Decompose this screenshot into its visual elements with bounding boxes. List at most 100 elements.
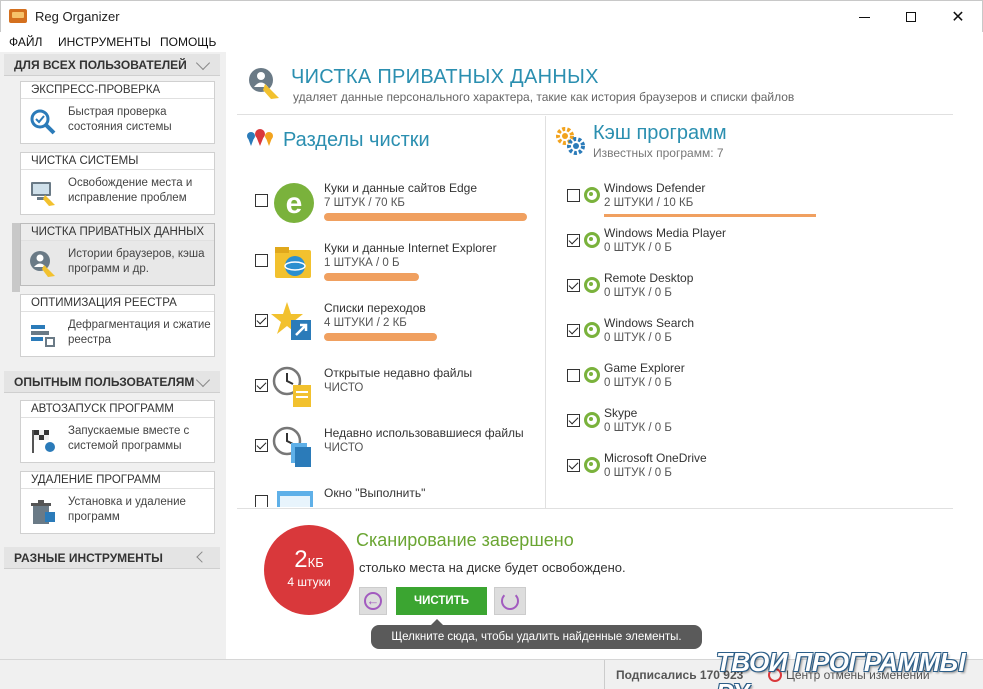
magnifier-check-icon — [30, 109, 56, 135]
location-pins-icon — [247, 129, 273, 146]
cache-item-game-explorer[interactable]: Game Explorer 0 ШТУК / 0 Б — [565, 361, 825, 405]
sidebar-item-title: ЭКСПРЕСС-ПРОВЕРКА — [21, 82, 214, 99]
result-circle: 2КБ 4 штуки — [264, 525, 354, 615]
size-bar — [324, 333, 437, 341]
computer-broom-icon — [31, 182, 55, 206]
rescan-button[interactable] — [494, 587, 526, 615]
cache-item-title: Windows Defender — [604, 181, 706, 195]
run-window-icon — [277, 491, 313, 507]
minimize-button[interactable] — [841, 1, 887, 33]
menu-bar: ФАЙЛ ИНСТРУМЕНТЫ ПОМОЩЬ — [0, 32, 983, 52]
cache-item-value: 0 ШТУК / 0 Б — [604, 332, 672, 344]
checkbox[interactable] — [255, 194, 268, 207]
size-bar — [324, 273, 419, 281]
section-all-users[interactable]: ДЛЯ ВСЕХ ПОЛЬЗОВАТЕЛЕЙ — [4, 54, 220, 76]
clean-item-title: Недавно использовавшиеся файлы — [324, 426, 524, 440]
trash-bin-icon — [31, 500, 55, 524]
tooltip: Щелкните сюда, чтобы удалить найденные э… — [371, 619, 702, 649]
arrow-left-icon: ← — [364, 592, 382, 610]
active-indicator — [12, 223, 20, 292]
result-count: 4 штуки — [287, 575, 331, 589]
clean-item-ie[interactable]: Куки и данные Internet Explorer 1 ШТУКА … — [251, 240, 541, 298]
checkbox-checked[interactable] — [255, 379, 268, 392]
gear-icon — [584, 187, 600, 203]
page-subtitle: удаляет данные персонального характера, … — [293, 90, 795, 104]
sidebar: ДЛЯ ВСЕХ ПОЛЬЗОВАТЕЛЕЙ ЭКСПРЕСС-ПРОВЕРКА… — [0, 52, 226, 659]
sidebar-item-desc: Быстрая проверка состояния системы — [68, 106, 172, 133]
divider — [545, 116, 546, 508]
sidebar-item-desc: Истории браузеров, кэша программ и др. — [68, 248, 205, 275]
sidebar-item-desc: Освобождение места и исправление проблем — [68, 177, 193, 204]
sidebar-item-private-clean[interactable]: ЧИСТКА ПРИВАТНЫХ ДАННЫХ Истории браузеро… — [20, 223, 215, 286]
ie-folder-icon — [275, 247, 311, 278]
sidebar-item-express-check[interactable]: ЭКСПРЕСС-ПРОВЕРКА Быстрая проверка состо… — [20, 81, 215, 144]
cache-item-defender[interactable]: Windows Defender 2 ШТУКИ / 10 КБ — [565, 181, 825, 225]
scan-status-title: Сканирование завершено — [356, 530, 574, 550]
sidebar-item-desc: Установка и удаление программ — [68, 496, 186, 523]
cache-item-value: 0 ШТУК / 0 Б — [604, 422, 672, 434]
back-button[interactable]: ← — [359, 587, 387, 615]
clean-item-value: 4 ШТУКИ / 2 КБ — [324, 317, 407, 329]
window-title: Reg Organizer — [35, 9, 120, 24]
checkbox[interactable] — [567, 189, 580, 202]
svg-text:e: e — [286, 187, 303, 220]
cache-item-wmp[interactable]: Windows Media Player 0 ШТУК / 0 Б — [565, 226, 825, 270]
cache-item-title: Game Explorer — [604, 361, 685, 375]
sidebar-item-system-clean[interactable]: ЧИСТКА СИСТЕМЫ Освобождение места и испр… — [20, 152, 215, 215]
checkbox-checked[interactable] — [255, 314, 268, 327]
divider — [237, 508, 953, 509]
checkbox-checked[interactable] — [567, 279, 580, 292]
menu-tools[interactable]: ИНСТРУМЕНТЫ — [58, 35, 151, 49]
sidebar-item-title: УДАЛЕНИЕ ПРОГРАММ — [21, 472, 214, 489]
checkbox-checked[interactable] — [567, 414, 580, 427]
checkbox-checked[interactable] — [567, 324, 580, 337]
section-advanced-label: ОПЫТНЫМ ПОЛЬЗОВАТЕЛЯМ — [14, 375, 195, 389]
checkbox[interactable] — [255, 254, 268, 267]
checkbox-checked[interactable] — [567, 234, 580, 247]
gear-icon — [584, 457, 600, 473]
clean-item-value: ЧИСТО — [324, 442, 364, 454]
clean-item-jumplists[interactable]: Списки переходов 4 ШТУКИ / 2 КБ — [251, 300, 541, 358]
sections-title: Разделы чистки — [283, 129, 430, 151]
cache-item-search[interactable]: Windows Search 0 ШТУК / 0 Б — [565, 316, 825, 360]
cache-item-title: Windows Media Player — [604, 226, 727, 240]
section-misc-tools[interactable]: РАЗНЫЕ ИНСТРУМЕНТЫ — [4, 547, 220, 569]
star-shortcut-icon — [271, 302, 311, 340]
menu-file[interactable]: ФАЙЛ — [9, 35, 42, 49]
size-bar — [324, 213, 527, 221]
clean-item-recent-files[interactable]: Открытые недавно файлы ЧИСТО — [251, 365, 541, 423]
maximize-button[interactable] — [888, 1, 934, 33]
clean-button[interactable]: ЧИСТИТЬ — [396, 587, 487, 615]
clean-item-mru-files[interactable]: Недавно использовавшиеся файлы ЧИСТО — [251, 425, 541, 483]
clean-item-run-dialog[interactable]: Окно "Выполнить" — [251, 485, 541, 507]
checkbox-checked[interactable] — [567, 459, 580, 472]
checkbox-checked[interactable] — [255, 439, 268, 452]
section-misc-label: РАЗНЫЕ ИНСТРУМЕНТЫ — [14, 551, 163, 565]
cache-item-rdp[interactable]: Remote Desktop 0 ШТУК / 0 Б — [565, 271, 825, 315]
clean-item-title: Списки переходов — [324, 301, 426, 315]
sidebar-item-title: ОПТИМИЗАЦИЯ РЕЕСТРА — [21, 295, 214, 312]
sidebar-item-title: ЧИСТКА СИСТЕМЫ — [21, 153, 214, 170]
cache-item-onedrive[interactable]: Microsoft OneDrive 0 ШТУК / 0 Б — [565, 451, 825, 495]
checkbox[interactable] — [255, 495, 268, 507]
cache-item-skype[interactable]: Skype 0 ШТУК / 0 Б — [565, 406, 825, 450]
gears-icon — [556, 127, 585, 155]
cache-item-title: Windows Search — [604, 316, 695, 330]
clean-item-edge[interactable]: e Куки и данные сайтов Edge 7 ШТУК / 70 … — [251, 180, 541, 238]
watermark: ТВОИ ПРОГРАММЫ РУ — [716, 647, 966, 689]
sidebar-item-registry-optimize[interactable]: ОПТИМИЗАЦИЯ РЕЕСТРА Дефрагментация и сжа… — [20, 294, 215, 357]
cache-item-title: Skype — [604, 406, 638, 420]
divider — [604, 660, 605, 689]
sidebar-item-uninstall[interactable]: УДАЛЕНИЕ ПРОГРАММ Установка и удаление п… — [20, 471, 215, 534]
close-button[interactable]: ✕ — [935, 1, 981, 33]
checkbox[interactable] — [567, 369, 580, 382]
chevron-left-icon — [196, 551, 208, 563]
sidebar-item-autostart[interactable]: АВТОЗАПУСК ПРОГРАММ Запускаемые вместе с… — [20, 400, 215, 463]
cache-item-value: 0 ШТУК / 0 Б — [604, 287, 672, 299]
menu-help[interactable]: ПОМОЩЬ — [160, 35, 216, 49]
result-size: 2КБ — [294, 546, 324, 573]
gear-icon — [584, 322, 600, 338]
section-advanced-users[interactable]: ОПЫТНЫМ ПОЛЬЗОВАТЕЛЯМ — [4, 371, 220, 393]
clock-files-icon — [272, 426, 311, 467]
clean-item-value: 1 ШТУКА / 0 Б — [324, 257, 400, 269]
